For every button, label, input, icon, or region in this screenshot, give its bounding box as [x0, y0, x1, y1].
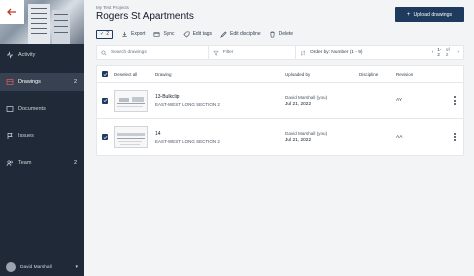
- prev-page-icon[interactable]: ‹: [432, 50, 434, 55]
- search-input[interactable]: Search drawings: [97, 46, 208, 59]
- avatar: [6, 262, 16, 272]
- filter-icon: [213, 50, 219, 56]
- sidebar-item-label: Activity: [18, 52, 36, 58]
- back-arrow-icon: [7, 8, 16, 16]
- upload-drawings-button[interactable]: + Upload drawings: [395, 7, 464, 22]
- chevron-down-icon: ▾: [75, 264, 78, 270]
- edit-discipline-label: Edit discipline: [230, 31, 261, 37]
- drawing-number[interactable]: 13-Bulkclip: [155, 94, 220, 100]
- back-button[interactable]: [0, 0, 24, 24]
- page-of: of 2: [445, 47, 450, 58]
- search-icon: [101, 50, 107, 55]
- discipline-icon: [220, 30, 227, 38]
- order-label: Order by: Number (1 - 9): [309, 50, 363, 55]
- col-discipline: Discipline: [359, 71, 379, 77]
- uploaded-by: David Marshall (you) Jul 21, 2022: [285, 95, 327, 107]
- deselect-all-label[interactable]: Deselect all: [114, 72, 137, 77]
- row-checkbox[interactable]: [102, 134, 108, 140]
- next-page-icon[interactable]: ›: [457, 50, 459, 55]
- drawing-description: EAST-WEST LONG SECTION 2: [155, 138, 220, 144]
- check-icon: [103, 135, 107, 139]
- sidebar-item-documents[interactable]: Documents: [0, 100, 84, 118]
- sync-button[interactable]: Sync: [153, 31, 175, 38]
- check-icon: [103, 72, 107, 76]
- sort-icon: [300, 49, 306, 56]
- page-range: 1-2: [437, 47, 442, 58]
- drawings-icon: [6, 78, 14, 86]
- select-all-checkbox[interactable]: [102, 71, 108, 77]
- order-by-select[interactable]: Order by: Number (1 - 9): [296, 46, 414, 59]
- drawing-description: EAST-WEST LONG SECTION 2: [155, 102, 220, 107]
- user-menu[interactable]: David Marshall ▾: [0, 258, 84, 276]
- upload-label: Upload drawings: [413, 11, 453, 18]
- sidebar-item-activity[interactable]: Activity: [0, 46, 84, 64]
- delete-label: Delete: [278, 31, 294, 37]
- user-name: David Marshall: [20, 264, 52, 270]
- export-label: Export: [130, 31, 146, 37]
- sync-label: Sync: [163, 31, 175, 37]
- activity-icon: [6, 51, 14, 59]
- trash-icon: [269, 31, 275, 37]
- upload-date: Jul 21, 2022: [285, 101, 312, 107]
- main-content: My Test Projects Rogers St Apartments + …: [84, 0, 474, 276]
- table-header: Deselect all Drawing Uploaded by Discipl…: [97, 66, 463, 83]
- filter-button[interactable]: Filter: [209, 46, 295, 59]
- sidebar-nav: Activity Drawings 2 Documents Issues Tea…: [0, 46, 84, 181]
- search-placeholder: Search drawings: [111, 50, 147, 55]
- sidebar-item-label: Documents: [18, 106, 46, 112]
- sidebar-item-label: Issues: [18, 133, 34, 139]
- sidebar-item-count: 2: [73, 79, 77, 85]
- row-checkbox[interactable]: [102, 97, 108, 104]
- selected-count: 2: [106, 31, 109, 37]
- export-button[interactable]: Export: [121, 31, 145, 38]
- sidebar-item-issues[interactable]: Issues: [0, 127, 84, 145]
- col-revision: Revision: [396, 71, 414, 77]
- col-uploaded-by: Uploaded by: [285, 71, 311, 77]
- edit-tags-label: Edit tags: [192, 31, 213, 37]
- project-breadcrumb[interactable]: My Test Projects: [96, 5, 129, 10]
- sidebar-item-label: Team: [18, 160, 32, 166]
- edit-discipline-button[interactable]: Edit discipline: [220, 30, 261, 38]
- drawing-name: 14 EAST-WEST LONG SECTION 2: [155, 131, 220, 144]
- selected-count-chip[interactable]: ✓ 2: [96, 29, 113, 39]
- upload-date: Jul 21, 2022: [285, 138, 312, 143]
- drawings-table: Deselect all Drawing Uploaded by Discipl…: [96, 65, 464, 156]
- table-row[interactable]: 14 EAST-WEST LONG SECTION 2 David Marsha…: [97, 119, 463, 155]
- pagination: ‹ 1-2 of 2 ›: [428, 48, 463, 58]
- drawing-thumbnail[interactable]: [114, 126, 148, 148]
- uploader: David Marshall (you): [285, 131, 328, 136]
- documents-icon: [6, 105, 14, 113]
- drawing-number[interactable]: 14: [155, 131, 220, 137]
- issues-icon: [6, 132, 14, 140]
- delete-button[interactable]: Delete: [269, 31, 293, 38]
- sidebar-item-count: 2: [73, 160, 77, 166]
- uploader: David Marshall (you): [285, 94, 328, 100]
- sidebar-item-team[interactable]: Team 2: [0, 154, 84, 172]
- team-icon: [6, 159, 14, 167]
- sidebar-item-label: Drawings: [18, 79, 41, 85]
- bulk-toolbar: ✓ 2 Export Sync Edit tags Edit disciplin…: [96, 29, 301, 39]
- revision: AY: [396, 98, 403, 103]
- page-title: Rogers St Apartments: [96, 11, 194, 22]
- more-options-icon[interactable]: [453, 132, 457, 142]
- revision: AA: [396, 134, 403, 140]
- col-drawing: Drawing: [155, 71, 172, 77]
- table-row[interactable]: 13-Bulkclip EAST-WEST LONG SECTION 2 Dav…: [97, 83, 463, 119]
- filter-label: Filter: [222, 50, 234, 55]
- export-icon: [122, 31, 127, 37]
- sidebar: Activity Drawings 2 Documents Issues Tea…: [0, 0, 84, 276]
- drawing-name: 13-Bulkclip EAST-WEST LONG SECTION 2: [155, 94, 220, 107]
- drawing-thumbnail[interactable]: [114, 89, 148, 112]
- check-icon: ✓: [100, 31, 105, 37]
- tag-icon: [183, 31, 189, 38]
- filter-bar: Search drawings Filter Order by: Number …: [96, 45, 464, 60]
- check-icon: [103, 99, 107, 103]
- more-options-icon[interactable]: [453, 96, 457, 106]
- edit-tags-button[interactable]: Edit tags: [183, 31, 212, 38]
- uploaded-by: David Marshall (you) Jul 21, 2022: [285, 131, 327, 143]
- plus-icon: +: [406, 11, 411, 18]
- sync-icon: [154, 31, 160, 37]
- sidebar-item-drawings[interactable]: Drawings 2: [0, 73, 84, 91]
